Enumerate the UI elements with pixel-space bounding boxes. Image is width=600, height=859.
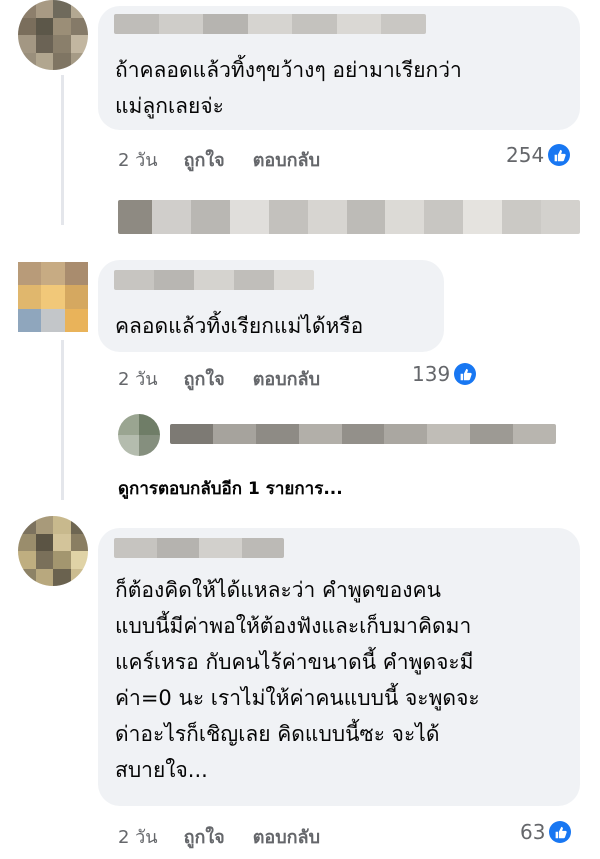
avatar[interactable] <box>18 262 88 332</box>
reaction-count[interactable]: 139 <box>412 362 477 386</box>
comment-bubble: คลอดแล้วทิ้งเรียกแม่ได้หรือ <box>98 260 444 352</box>
commenter-name[interactable] <box>114 14 426 34</box>
like-button[interactable]: ถูกใจ <box>184 364 225 393</box>
like-button[interactable]: ถูกใจ <box>184 145 225 174</box>
reaction-count[interactable]: 254 <box>506 143 571 167</box>
commenter-name[interactable] <box>114 270 314 290</box>
reply-preview[interactable] <box>170 424 556 444</box>
reply-button[interactable]: ตอบกลับ <box>253 364 320 393</box>
comment-text: ถ้าคลอดแล้วทิ้งๆขว้างๆ อย่ามาเรียกว่า แม… <box>115 58 462 118</box>
thread-line <box>61 340 64 500</box>
comment-actions: 2 วัน ถูกใจ ตอบกลับ <box>118 822 320 851</box>
reaction-number: 139 <box>412 362 451 386</box>
comment-actions: 2 วัน ถูกใจ ตอบกลับ <box>118 145 320 174</box>
reply-preview[interactable] <box>118 200 580 234</box>
reaction-count[interactable]: 63 <box>520 820 572 844</box>
comment-text: ก็ต้องคิดให้ได้แหละว่า คำพูดของคน แบบนี้… <box>115 578 480 782</box>
like-icon <box>454 363 477 385</box>
view-more-replies-link[interactable]: ดูการตอบกลับอีก 1 รายการ... <box>118 475 343 502</box>
reaction-number: 254 <box>506 143 545 167</box>
avatar[interactable] <box>18 0 88 70</box>
reaction-number: 63 <box>520 820 546 844</box>
thread-line <box>61 75 64 225</box>
like-icon <box>549 821 572 843</box>
comment-time[interactable]: 2 วัน <box>118 364 158 393</box>
reply-button[interactable]: ตอบกลับ <box>253 145 320 174</box>
reply-button[interactable]: ตอบกลับ <box>253 822 320 851</box>
reply-avatar[interactable] <box>118 414 160 456</box>
comment-actions: 2 วัน ถูกใจ ตอบกลับ <box>118 364 320 393</box>
comment-bubble: ก็ต้องคิดให้ได้แหละว่า คำพูดของคน แบบนี้… <box>98 528 580 806</box>
like-icon <box>548 144 571 166</box>
comment-bubble: ถ้าคลอดแล้วทิ้งๆขว้างๆ อย่ามาเรียกว่า แม… <box>98 6 580 130</box>
comment-time[interactable]: 2 วัน <box>118 145 158 174</box>
comment-text: คลอดแล้วทิ้งเรียกแม่ได้หรือ <box>115 314 364 338</box>
avatar[interactable] <box>18 516 88 586</box>
like-button[interactable]: ถูกใจ <box>184 822 225 851</box>
comment-time[interactable]: 2 วัน <box>118 822 158 851</box>
commenter-name[interactable] <box>114 538 284 558</box>
